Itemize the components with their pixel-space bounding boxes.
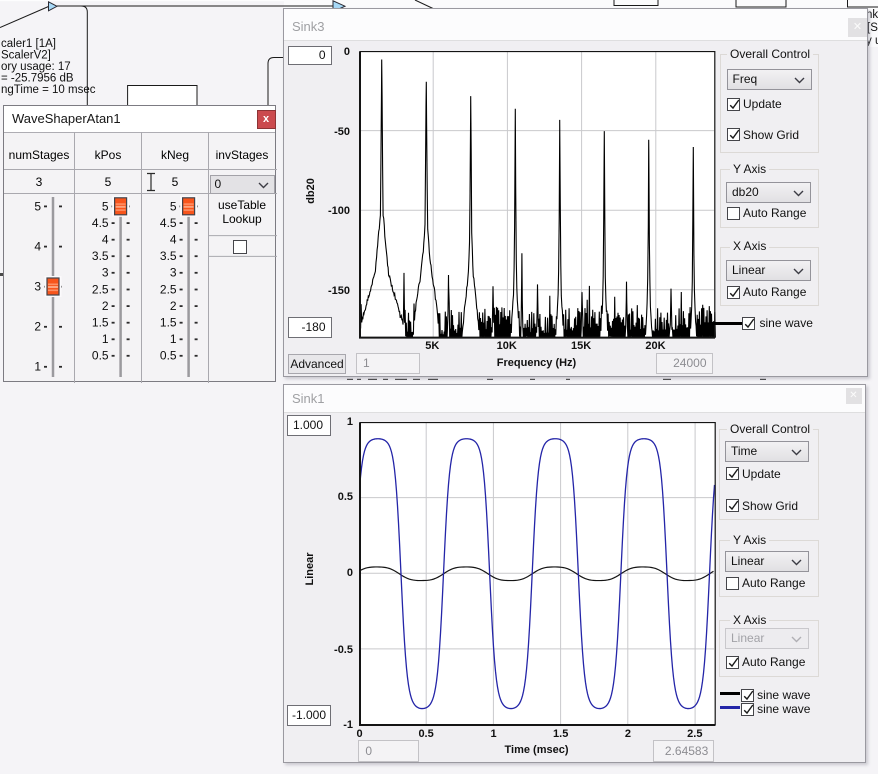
svg-text:ory usage: 17: ory usage: 17: [1, 61, 71, 73]
svg-text:5: 5: [170, 199, 177, 213]
svg-text:1: 1: [102, 332, 109, 346]
svg-text:ngTime = 10 msec: ngTime = 10 msec: [1, 84, 96, 96]
svg-text:2: 2: [34, 320, 41, 334]
svg-text:2: 2: [102, 299, 109, 313]
svg-text:1.5: 1.5: [92, 316, 109, 330]
svg-text:3: 3: [34, 280, 41, 294]
svg-text:4.5: 4.5: [92, 216, 109, 230]
svg-text:4: 4: [34, 239, 41, 253]
svg-text:1: 1: [170, 332, 177, 346]
svg-text:3: 3: [170, 266, 177, 280]
svg-text:3.5: 3.5: [160, 249, 177, 263]
svg-text:0.5: 0.5: [160, 349, 177, 363]
svg-text:3: 3: [102, 266, 109, 280]
svg-text:ScalerV2]: ScalerV2]: [1, 50, 51, 62]
svg-text:3.5: 3.5: [92, 249, 109, 263]
svg-text:2.5: 2.5: [160, 282, 177, 296]
svg-text:1.5: 1.5: [160, 316, 177, 330]
svg-text:[S: [S: [867, 22, 878, 34]
svg-text:caler1 [1A]: caler1 [1A]: [1, 38, 56, 50]
svg-text:5: 5: [102, 199, 109, 213]
svg-text:4: 4: [170, 233, 177, 247]
svg-text:2: 2: [170, 299, 177, 313]
svg-text:0.5: 0.5: [92, 349, 109, 363]
svg-text:4: 4: [102, 233, 109, 247]
svg-text:5: 5: [34, 199, 41, 213]
svg-text:2.5: 2.5: [92, 282, 109, 296]
svg-text:4.5: 4.5: [160, 216, 177, 230]
svg-text:= -25.7956 dB: = -25.7956 dB: [1, 73, 74, 85]
svg-text:1: 1: [34, 360, 41, 374]
